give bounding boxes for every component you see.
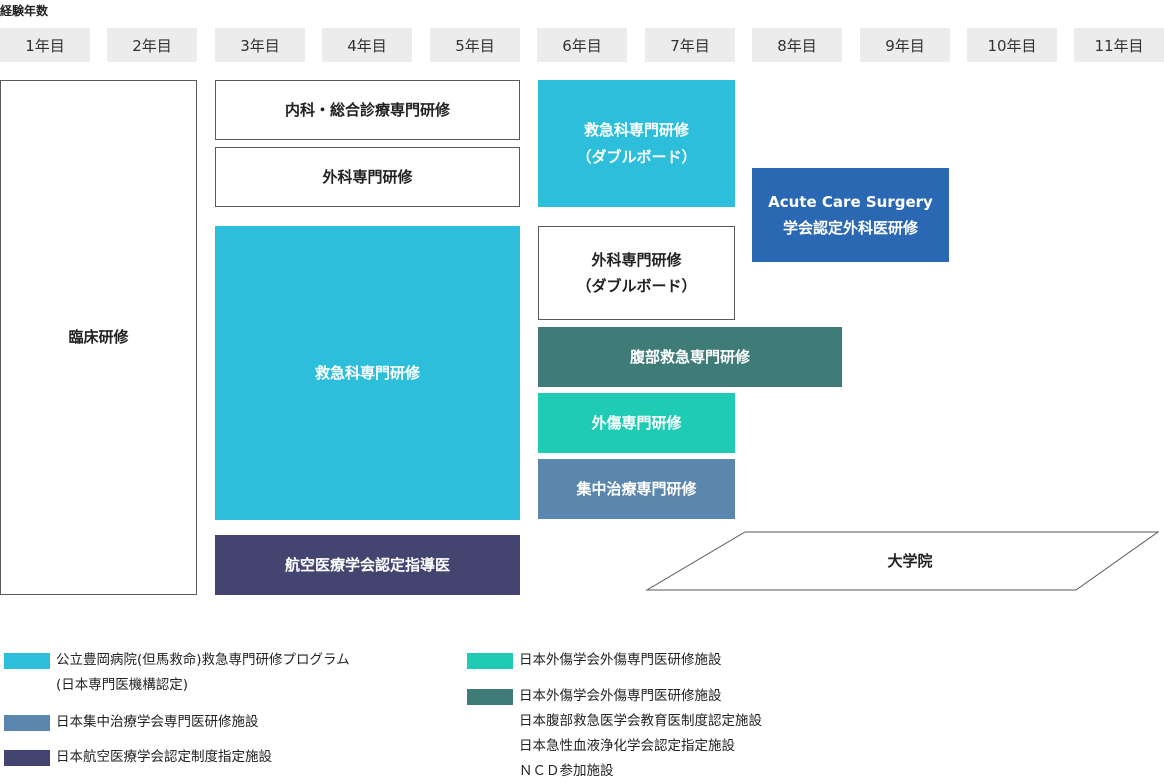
block-emergency-main: 救急科専門研修: [215, 226, 520, 520]
year-5: 5年目: [430, 28, 520, 62]
legend-swatch-teal: [467, 653, 513, 669]
year-6: 6年目: [537, 28, 627, 62]
legend-text-navy: 日本航空医療学会認定制度指定施設: [56, 749, 272, 765]
year-9: 9年目: [860, 28, 950, 62]
block-internal-medicine: 内科・総合診療専門研修: [215, 80, 520, 140]
block-acute-care-surgery: Acute Care Surgery 学会認定外科医研修: [752, 168, 949, 262]
year-10: 10年目: [967, 28, 1057, 62]
legend-swatch-darkteal: [467, 689, 513, 705]
year-3: 3年目: [215, 28, 305, 62]
legend-swatch-steel: [4, 715, 50, 731]
block-graduate-school: 大学院: [887, 551, 933, 570]
legend-text-darkteal: 日本外傷学会外傷専門医研修施設 日本腹部救急医学会教育医制度認定施設 日本急性血…: [519, 688, 762, 779]
year-1: 1年目: [0, 28, 90, 62]
block-surgery-double-board: 外科専門研修 （ダブルボード）: [538, 226, 735, 320]
legend-swatch-cyan: [4, 653, 50, 669]
legend-text-cyan: 公立豊岡病院(但馬救命)救急専門研修プログラム (日本専門医機構認定): [56, 652, 350, 693]
experience-years-label: 経験年数: [0, 4, 49, 18]
year-11: 11年目: [1074, 28, 1164, 62]
block-abdominal-emergency: 腹部救急専門研修: [538, 327, 842, 387]
legend-text-steel: 日本集中治療学会専門医研修施設: [56, 714, 259, 730]
year-8: 8年目: [752, 28, 842, 62]
block-trauma: 外傷専門研修: [538, 393, 735, 453]
block-emergency-double-board: 救急科専門研修 （ダブルボード）: [538, 80, 735, 207]
block-air-medical: 航空医療学会認定指導医: [215, 535, 520, 595]
block-intensive-care: 集中治療専門研修: [538, 459, 735, 519]
legend-text-teal: 日本外傷学会外傷専門医研修施設: [519, 652, 722, 668]
year-7: 7年目: [645, 28, 735, 62]
year-4: 4年目: [322, 28, 412, 62]
block-surgery: 外科専門研修: [215, 147, 520, 207]
year-2: 2年目: [107, 28, 197, 62]
block-clinical-training: 臨床研修: [0, 80, 197, 595]
legend-swatch-navy: [4, 750, 50, 766]
